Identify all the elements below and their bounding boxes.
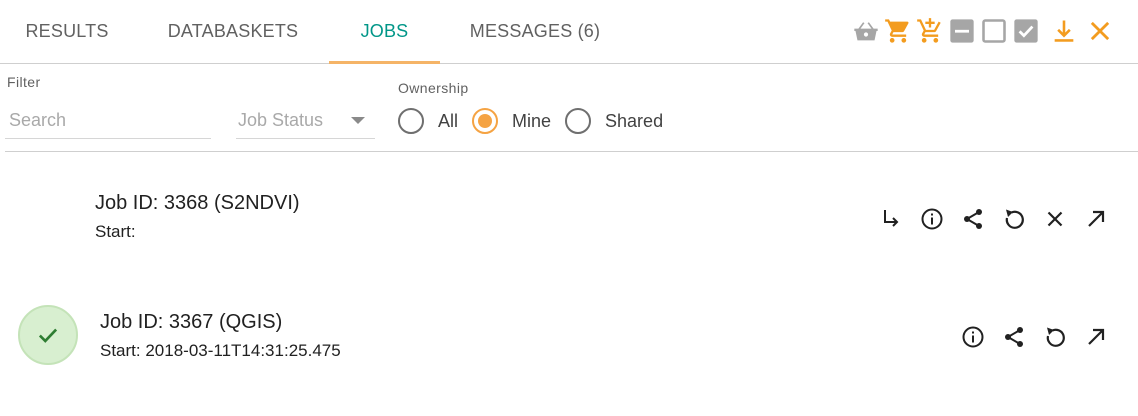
cart-add-icon[interactable]: [914, 15, 946, 47]
filter-label: Filter: [7, 74, 41, 90]
radio-circle[interactable]: [565, 108, 592, 134]
radio-label-shared: Shared: [605, 110, 664, 131]
ownership-radio-group: All Mine Shared: [398, 104, 677, 138]
radio-all[interactable]: All: [398, 108, 458, 134]
filter-bar: Filter Job Status Ownership All Mine Sha…: [5, 64, 1138, 152]
search-field: [5, 103, 211, 139]
radio-label-all: All: [438, 110, 459, 131]
share-icon[interactable]: [993, 319, 1034, 355]
ownership-label: Ownership: [398, 80, 469, 96]
tab-results[interactable]: RESULTS: [0, 0, 134, 63]
toolbar: [850, 12, 1116, 50]
chevron-down-icon: [351, 117, 365, 124]
job-start: Start:: [95, 222, 136, 241]
checkmark-icon: [38, 328, 58, 343]
radio-mine[interactable]: Mine: [472, 108, 551, 134]
job-title: Job ID: 3367 (QGIS): [100, 311, 283, 333]
radio-circle[interactable]: [398, 108, 424, 134]
status-success-badge: [18, 305, 78, 365]
cart-icon[interactable]: [882, 15, 914, 47]
job-row[interactable]: Job ID: 3368 (S2NDVI) Start:: [0, 152, 1138, 272]
job-title: Job ID: 3368 (S2NDVI): [95, 192, 300, 214]
job-start: Start: 2018-03-11T14:31:25.475: [100, 341, 341, 360]
info-icon[interactable]: [911, 201, 952, 237]
download-icon[interactable]: [1048, 15, 1080, 47]
cancel-icon[interactable]: [1034, 201, 1075, 237]
tab-messages[interactable]: MESSAGES (6): [455, 0, 615, 63]
job-row[interactable]: Job ID: 3367 (QGIS) Start: 2018-03-11T14…: [0, 272, 1138, 402]
radio-circle-selected[interactable]: [472, 108, 499, 134]
tab-bar: RESULTS DATABASKETS JOBS MESSAGES (6): [0, 0, 1138, 64]
radio-label-mine: Mine: [512, 110, 552, 131]
tab-databaskets[interactable]: DATABASKETS: [147, 0, 319, 63]
checkbox-checked-icon[interactable]: [1010, 15, 1042, 47]
search-input[interactable]: [5, 110, 211, 131]
close-icon[interactable]: [1084, 15, 1116, 47]
subjob-arrow-icon[interactable]: [870, 201, 911, 237]
open-external-icon[interactable]: [1075, 319, 1116, 355]
share-icon[interactable]: [952, 201, 993, 237]
radio-shared[interactable]: Shared: [565, 108, 663, 134]
tab-jobs[interactable]: JOBS: [329, 0, 440, 64]
retry-icon[interactable]: [993, 201, 1034, 237]
deselect-all-icon[interactable]: [946, 15, 978, 47]
job-status-select[interactable]: Job Status: [236, 103, 375, 139]
open-external-icon[interactable]: [1075, 201, 1116, 237]
job-actions: [870, 201, 1116, 237]
checkbox-empty-icon[interactable]: [978, 15, 1010, 47]
job-actions: [952, 319, 1116, 355]
info-icon[interactable]: [952, 319, 993, 355]
retry-icon[interactable]: [1034, 319, 1075, 355]
job-status-placeholder: Job Status: [238, 110, 324, 130]
basket-icon[interactable]: [850, 15, 882, 47]
